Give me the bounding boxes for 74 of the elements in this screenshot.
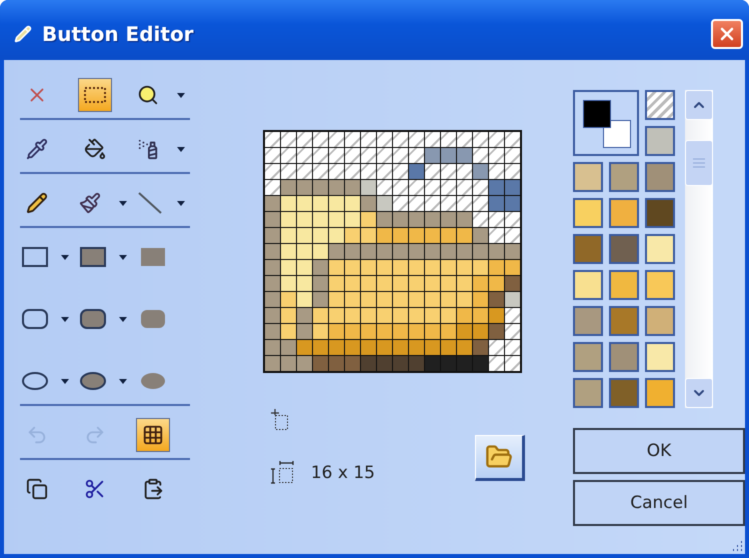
caret-icon <box>119 200 127 206</box>
caret-icon <box>61 316 69 322</box>
grip-lines-icon <box>693 158 705 168</box>
dotted-origin-icon <box>270 409 289 431</box>
scroll-thumb[interactable] <box>685 140 713 186</box>
paintbrush-icon <box>79 192 101 214</box>
color-swatch[interactable] <box>573 198 603 228</box>
color-swatch[interactable] <box>609 234 639 264</box>
color-swatch[interactable] <box>573 378 603 408</box>
paint-bucket-icon <box>84 138 106 160</box>
color-swatch[interactable] <box>573 234 603 264</box>
size-label: 16 x 15 <box>310 463 375 483</box>
caret-icon <box>119 378 127 384</box>
rectangle-icon <box>21 245 49 269</box>
scissors-icon <box>84 478 106 500</box>
diagonal-line-icon <box>137 191 163 215</box>
dialog-button[interactable]: OK <box>573 428 745 474</box>
color-swatch[interactable] <box>573 270 603 300</box>
copy-icon <box>26 478 48 500</box>
color-swatch[interactable] <box>609 378 639 408</box>
color-swatch[interactable] <box>573 306 603 336</box>
caret-icon <box>119 254 127 260</box>
rounded-rectangle-icon <box>139 307 167 331</box>
color-swatch[interactable] <box>645 306 675 336</box>
window-title: Button Editor <box>42 22 195 46</box>
color-swatch[interactable] <box>645 342 675 372</box>
tool-button[interactable] <box>136 418 170 452</box>
caret-icon <box>61 378 69 384</box>
color-swatch[interactable] <box>609 198 639 228</box>
scroll-up-button[interactable] <box>685 90 713 120</box>
redo-icon <box>84 424 106 446</box>
color-swatch[interactable] <box>573 162 603 192</box>
ellipse-icon <box>79 369 107 393</box>
caret-icon <box>177 200 185 206</box>
pixel-grid[interactable] <box>262 130 522 373</box>
rounded-rectangle-icon <box>21 307 49 331</box>
caret-icon <box>61 254 69 260</box>
dashed-rectangle-icon <box>83 86 107 104</box>
color-swatch[interactable] <box>573 342 603 372</box>
rounded-rectangle-icon <box>79 307 107 331</box>
color-swatch[interactable] <box>609 342 639 372</box>
color-swatch[interactable] <box>645 234 675 264</box>
rectangle-icon <box>139 245 167 269</box>
transparent-swatch[interactable] <box>645 90 675 120</box>
resize-grip-icon[interactable] <box>731 540 743 552</box>
pencil-icon <box>26 192 48 214</box>
color-swatch[interactable] <box>645 198 675 228</box>
current-colors[interactable] <box>573 90 639 156</box>
dimensions-icon <box>270 461 295 485</box>
caret-icon <box>177 146 185 152</box>
grid-icon <box>142 424 164 446</box>
search-icon <box>137 84 159 106</box>
ellipse-icon <box>21 369 49 393</box>
color-swatch[interactable] <box>645 162 675 192</box>
scrollbar[interactable] <box>685 90 713 408</box>
spray-can-icon <box>137 138 159 160</box>
open-folder-button[interactable] <box>475 435 525 481</box>
color-swatch[interactable] <box>645 378 675 408</box>
color-swatch[interactable] <box>609 270 639 300</box>
close-button[interactable] <box>711 19 743 49</box>
caret-icon <box>119 316 127 322</box>
clipboard-icon <box>142 478 164 500</box>
pipette-icon <box>26 138 48 160</box>
undo-icon <box>26 424 48 446</box>
scroll-down-button[interactable] <box>685 378 713 408</box>
color-swatch[interactable] <box>645 126 675 156</box>
dialog-button[interactable]: Cancel <box>573 480 745 526</box>
rectangle-icon <box>79 245 107 269</box>
pencil-icon <box>14 25 32 43</box>
color-swatch[interactable] <box>609 306 639 336</box>
color-swatch[interactable] <box>645 270 675 300</box>
tool-button[interactable] <box>78 78 112 112</box>
caret-icon <box>177 92 185 98</box>
color-swatch[interactable] <box>609 162 639 192</box>
